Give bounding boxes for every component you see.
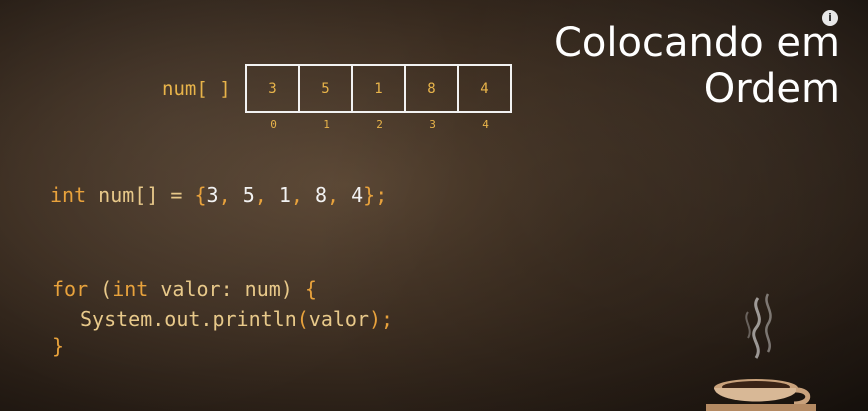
- code-separator: ,: [327, 183, 352, 207]
- code-paren: (: [296, 307, 309, 331]
- slide-title: Colocando em Ordem: [540, 20, 840, 112]
- array-index: 0: [270, 118, 277, 131]
- code-print-line: System.out.println(valor);: [80, 307, 393, 331]
- code-paren: (: [88, 277, 113, 301]
- coffee-cup-icon: [706, 293, 816, 411]
- code-brace: };: [363, 183, 388, 207]
- code-separator: ,: [290, 183, 315, 207]
- code-number: 3: [206, 183, 219, 207]
- code-number: 5: [242, 183, 255, 207]
- code-method-call: System.out.println: [80, 307, 297, 331]
- array-cell: 8: [406, 66, 459, 111]
- array-cell: 1: [353, 66, 406, 111]
- code-brace: }: [52, 334, 65, 358]
- code-end-line: }: [52, 334, 64, 358]
- array-index: 1: [323, 118, 330, 131]
- code-keyword: for: [52, 277, 89, 301]
- code-keyword: int: [112, 277, 149, 301]
- array-index: 3: [429, 118, 436, 131]
- array-index: 2: [376, 118, 383, 131]
- title-line-1: Colocando em: [554, 20, 840, 66]
- code-identifier: valor: num): [148, 277, 305, 301]
- array-cell: 5: [300, 66, 353, 111]
- array-indices: 0 1 2 3 4: [247, 118, 512, 131]
- code-number: 1: [278, 183, 291, 207]
- array-cell: 4: [480, 80, 489, 97]
- array-label: num[ ]: [162, 78, 231, 100]
- code-brace: {: [304, 277, 317, 301]
- code-number: 4: [351, 183, 364, 207]
- code-brace: {: [194, 183, 207, 207]
- code-paren: );: [369, 307, 394, 331]
- code-separator: ,: [254, 183, 279, 207]
- code-for-line: for (int valor: num) {: [52, 277, 317, 301]
- code-identifier: num[] =: [86, 183, 195, 207]
- code-identifier: valor: [308, 307, 370, 331]
- code-number: 8: [314, 183, 328, 207]
- code-declaration-line: int num[] = {3, 5, 1, 8, 4};: [50, 183, 387, 207]
- code-keyword: int: [50, 183, 87, 207]
- code-separator: ,: [218, 183, 243, 207]
- array-diagram: 3 5 1 8 4: [245, 64, 512, 113]
- array-cell: 3: [247, 66, 300, 111]
- array-index: 4: [482, 118, 489, 131]
- title-line-2: Ordem: [703, 66, 840, 112]
